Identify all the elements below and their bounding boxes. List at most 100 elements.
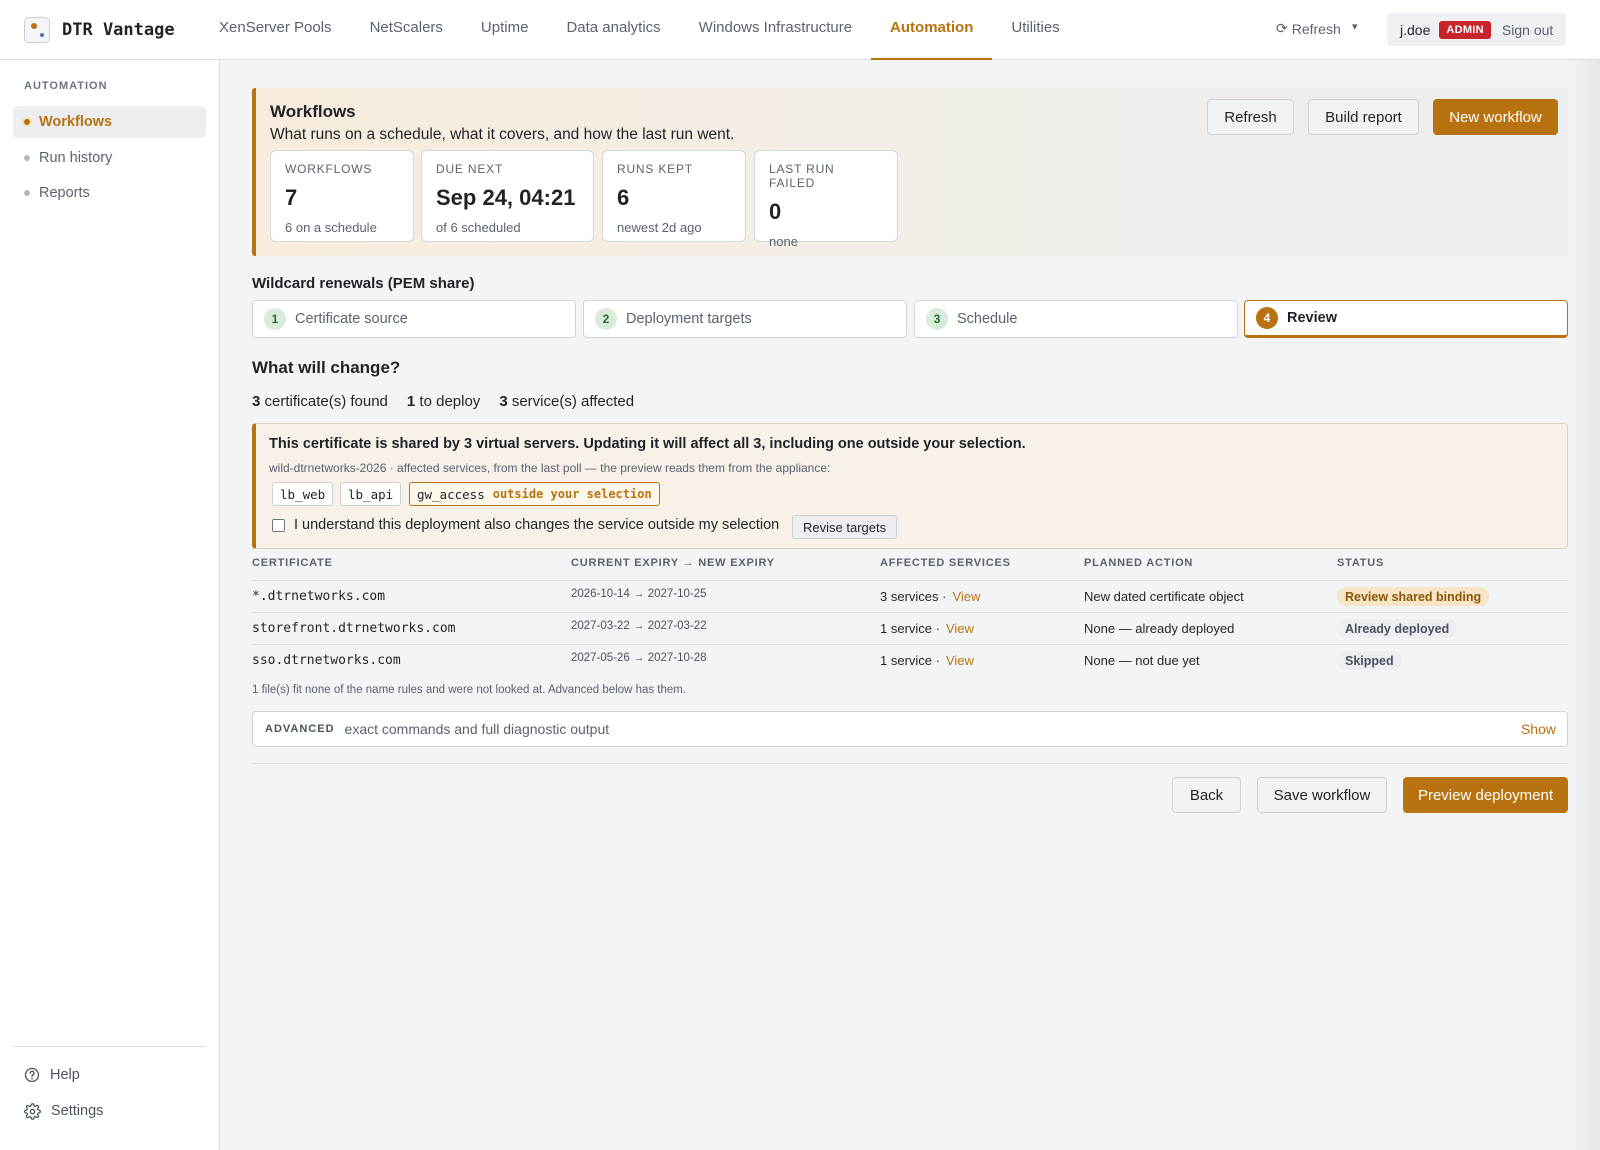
settings-label: Settings	[51, 1103, 104, 1119]
step-label: Review	[1287, 310, 1337, 326]
column-header-expiry: CURRENT EXPIRY → NEW EXPIRY	[571, 557, 775, 569]
planned-action: None — not due yet	[1084, 653, 1200, 668]
affected-services: 1 service · View	[880, 621, 974, 636]
nav-data-analytics[interactable]: Data analytics	[547, 0, 679, 60]
certificate-name: storefront.dtrnetworks.com	[252, 621, 456, 636]
username: j.doe	[1400, 21, 1431, 38]
checkbox-box[interactable]	[272, 518, 285, 532]
advanced-show-toggle[interactable]: Show	[1521, 721, 1556, 737]
step-number: 4	[1256, 307, 1278, 329]
shared-binding-warning: This certificate is shared by 3 virtual …	[252, 423, 1568, 549]
nav-windows-infrastructure[interactable]: Windows Infrastructure	[680, 0, 871, 60]
app-name: DTR Vantage	[62, 20, 175, 40]
affected-services: 3 services · View	[880, 589, 981, 604]
column-header-status: STATUS	[1337, 557, 1385, 569]
step-schedule[interactable]: 3 Schedule	[914, 300, 1238, 338]
step-label: Deployment targets	[626, 311, 752, 327]
sign-out-link[interactable]: Sign out	[1502, 22, 1553, 38]
stat-label: LAST RUN FAILED	[769, 162, 835, 190]
workflow-name: Wildcard renewals (PEM share)	[252, 275, 475, 292]
nav-xenserver-pools[interactable]: XenServer Pools	[200, 0, 351, 60]
actions-divider	[252, 763, 1568, 764]
build-report-button[interactable]: Build report	[1308, 99, 1419, 135]
preview-deployment-button[interactable]: Preview deployment	[1403, 777, 1568, 813]
sidebar-item-run-history[interactable]: Run history	[13, 142, 206, 174]
sidebar-item-label: Reports	[39, 185, 90, 201]
column-header-affected-services: AFFECTED SERVICES	[880, 557, 1011, 569]
step-label: Certificate source	[295, 311, 408, 327]
nav-netscalers[interactable]: NetScalers	[351, 0, 462, 60]
page-title: Workflows	[270, 102, 356, 121]
sidebar-settings-link[interactable]: Settings	[24, 1100, 103, 1122]
expiry-change: 2027-03-22 → 2027-03-22	[571, 620, 707, 632]
app-logo-icon	[24, 17, 50, 43]
sidebar-item-workflows[interactable]: Workflows	[13, 106, 206, 138]
bullet-dot-icon	[24, 190, 30, 196]
certificate-name: sso.dtrnetworks.com	[252, 653, 401, 668]
active-dot-icon	[24, 119, 30, 125]
status-badge: Already deployed	[1337, 619, 1458, 638]
topbar-refresh-button[interactable]: ⟳ Refresh	[1276, 20, 1341, 37]
planned-action: New dated certificate object	[1084, 589, 1244, 604]
advanced-label: ADVANCED	[265, 723, 335, 735]
change-summary: 3 certificate(s) found 1 to deploy 3 ser…	[252, 393, 653, 410]
stat-note: newest 2d ago	[617, 220, 702, 235]
view-services-link[interactable]: View	[952, 589, 980, 604]
table-row: storefront.dtrnetworks.com 2027-03-22 → …	[252, 613, 1568, 645]
summary-certificates: 3 certificate(s) found	[252, 393, 388, 410]
sidebar: AUTOMATION Workflows Run history Reports…	[0, 60, 220, 1150]
user-menu: j.doe ADMIN Sign out	[1387, 13, 1566, 46]
nav-uptime[interactable]: Uptime	[462, 0, 548, 60]
stat-note: none	[769, 234, 798, 249]
save-workflow-button[interactable]: Save workflow	[1257, 777, 1387, 813]
stat-label: RUNS KEPT	[617, 162, 693, 176]
gear-icon	[24, 1102, 41, 1120]
stat-value: 0	[769, 199, 782, 224]
acknowledge-label: I understand this deployment also change…	[294, 517, 780, 533]
new-workflow-button[interactable]: New workflow	[1433, 99, 1558, 135]
acknowledge-checkbox[interactable]: I understand this deployment also change…	[272, 517, 779, 533]
sidebar-divider	[13, 1046, 206, 1047]
step-review[interactable]: 4 Review	[1244, 300, 1568, 338]
advanced-description: exact commands and full diagnostic outpu…	[344, 721, 610, 737]
step-number: 1	[264, 308, 286, 330]
revise-targets-button[interactable]: Revise targets	[792, 515, 898, 539]
workflows-header-panel: Workflows What runs on a schedule, what …	[252, 88, 1568, 256]
service-chip-gw-access: gw_access outside your selection	[409, 482, 660, 506]
stat-card-last-run-failed: LAST RUN FAILED 0 none	[754, 150, 898, 249]
certificate-name: *.dtrnetworks.com	[252, 589, 386, 604]
nav-utilities[interactable]: Utilities	[992, 0, 1078, 60]
brand[interactable]: DTR Vantage	[24, 15, 175, 45]
top-nav: XenServer Pools NetScalers Uptime Data a…	[200, 0, 1079, 60]
bullet-dot-icon	[24, 155, 30, 161]
topbar-refresh-label: Refresh	[1291, 20, 1341, 37]
stat-value: 7	[285, 185, 298, 210]
step-number: 3	[926, 308, 948, 330]
expiry-change: 2026-10-14 → 2027-10-25	[571, 588, 707, 600]
help-circle-icon	[24, 1067, 40, 1083]
back-button[interactable]: Back	[1172, 777, 1241, 813]
step-number: 2	[595, 308, 617, 330]
page-subtitle: What runs on a schedule, what it covers,…	[270, 126, 735, 143]
edge-shadow	[1570, 60, 1600, 1150]
sidebar-heading: AUTOMATION	[24, 80, 108, 92]
view-services-link[interactable]: View	[946, 621, 974, 636]
table-row: *.dtrnetworks.com 2026-10-14 → 2027-10-2…	[252, 581, 1568, 613]
advanced-section[interactable]: ADVANCED exact commands and full diagnos…	[252, 711, 1568, 747]
sidebar-item-label: Workflows	[39, 114, 113, 130]
step-deployment-targets[interactable]: 2 Deployment targets	[583, 300, 907, 338]
stat-card-due-next: DUE NEXT Sep 24, 04:21 of 6 scheduled	[421, 150, 594, 242]
stat-value: Sep 24, 04:21	[436, 185, 576, 210]
nav-automation[interactable]: Automation	[871, 0, 993, 60]
sidebar-help-link[interactable]: Help	[24, 1064, 80, 1086]
view-services-link[interactable]: View	[946, 653, 974, 668]
column-header-planned-action: PLANNED ACTION	[1084, 557, 1194, 569]
step-certificate-source[interactable]: 1 Certificate source	[252, 300, 576, 338]
service-chip-lb-web: lb_web	[272, 482, 334, 506]
top-bar: DTR Vantage XenServer Pools NetScalers U…	[0, 0, 1600, 60]
sidebar-item-reports[interactable]: Reports	[13, 177, 206, 209]
stat-note: of 6 scheduled	[436, 220, 521, 235]
refresh-button[interactable]: Refresh	[1207, 99, 1294, 135]
sidebar-item-label: Run history	[39, 150, 113, 166]
refresh-options-chevron-down-icon[interactable]: ▾	[1352, 20, 1358, 33]
